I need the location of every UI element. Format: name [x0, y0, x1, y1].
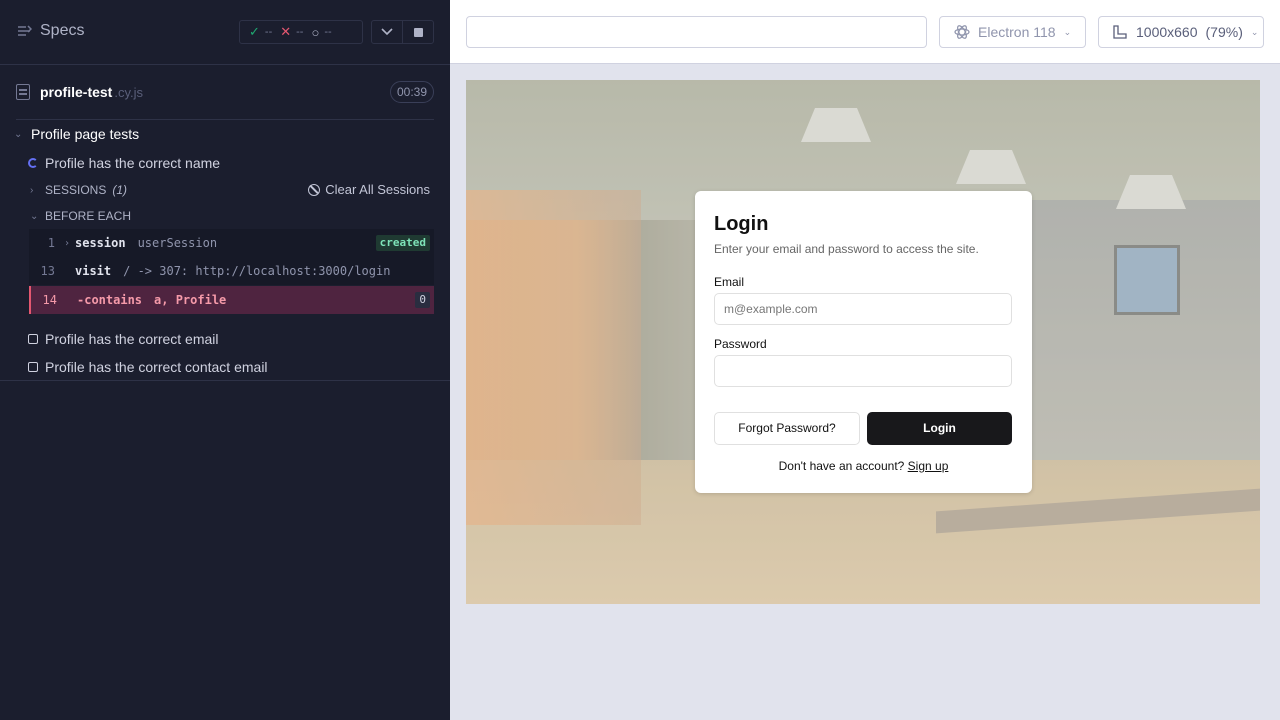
command-message: / -> 307: http://localhost:3000/login	[123, 264, 391, 278]
test-stats: ✓ -- ✕ -- ○ --	[239, 20, 363, 44]
test-title: Profile has the correct name	[45, 155, 221, 171]
command-log-panel: Specs ✓ -- ✕ -- ○ -- profile-test .cy.js 00…	[0, 0, 450, 720]
sessions-toggle[interactable]: › SESSIONS (1)	[30, 183, 127, 197]
pending-stat: ○ --	[311, 25, 331, 40]
clear-sessions-label: Clear All Sessions	[325, 182, 430, 197]
command-contains[interactable]: 14 -contains a, Profile 0	[29, 286, 434, 314]
command-message: a, Profile	[154, 293, 227, 307]
chevron-down-icon	[381, 28, 393, 36]
clear-all-sessions-button[interactable]: Clear All Sessions	[308, 182, 430, 197]
browser-selector[interactable]: Electron 118 ⌄	[939, 16, 1086, 48]
command-number: 1	[47, 236, 55, 250]
spec-file-row: profile-test .cy.js 00:39	[16, 80, 434, 104]
command-name: session	[75, 236, 126, 250]
login-button[interactable]: Login	[867, 412, 1012, 445]
run-controls	[371, 20, 434, 44]
no-account-text: Don't have an account?	[778, 459, 905, 473]
test-title: Profile has the correct contact email	[45, 359, 268, 375]
spec-extension: .cy.js	[114, 84, 143, 100]
status-badge: created	[375, 235, 430, 251]
command-number: 13	[40, 264, 55, 278]
password-label: Password	[714, 337, 767, 351]
chevron-down-icon: ⌄	[14, 128, 23, 140]
signup-link[interactable]: Sign up	[908, 459, 949, 473]
failed-count: --	[296, 26, 304, 38]
expand-button[interactable]	[372, 21, 402, 43]
command-session[interactable]: 1 › session userSession created	[29, 229, 434, 257]
pending-icon	[28, 362, 38, 372]
sessions-label: SESSIONS	[45, 183, 107, 197]
zoom-level: (79%)	[1205, 24, 1243, 40]
passed-stat: ✓ --	[249, 24, 272, 40]
test-pending[interactable]: Profile has the correct email	[28, 331, 219, 347]
login-subtitle: Enter your email and password to access …	[714, 242, 979, 256]
spec-duration: 00:39	[389, 81, 434, 103]
electron-icon	[954, 25, 970, 39]
sessions-count: (1)	[112, 183, 128, 197]
hook-label: BEFORE EACH	[45, 209, 132, 223]
divider	[0, 380, 450, 381]
stop-icon	[413, 27, 423, 37]
x-icon: ✕	[280, 24, 292, 39]
ban-icon	[308, 183, 321, 196]
before-each-hook[interactable]: ⌄ BEFORE EACH	[30, 209, 131, 223]
command-visit[interactable]: 13 visit / -> 307: http://localhost:3000…	[29, 257, 434, 285]
test-running[interactable]: Profile has the correct name	[28, 155, 220, 171]
command-number: 14	[42, 293, 57, 307]
email-field[interactable]: m@example.com	[714, 293, 1012, 325]
chevron-down-icon: ⌄	[1250, 26, 1259, 37]
spec-name: profile-test	[40, 84, 113, 100]
viewport-selector[interactable]: 1000x660 (79%) ⌄	[1098, 16, 1264, 48]
command-message: userSession	[137, 236, 218, 250]
browser-label: Electron 118	[978, 24, 1056, 40]
failed-stat: ✕ --	[280, 24, 303, 40]
pending-icon	[28, 334, 38, 344]
passed-count: --	[264, 26, 273, 38]
test-title: Profile has the correct email	[45, 331, 219, 347]
pending-count: --	[324, 26, 332, 38]
signup-prompt: Don't have an account? Sign up	[695, 459, 1032, 473]
document-icon	[16, 84, 30, 100]
spinner-icon: ○	[311, 24, 320, 40]
divider	[16, 119, 434, 120]
login-title: Login	[714, 213, 769, 235]
count-badge: 0	[415, 292, 430, 308]
password-field[interactable]	[714, 355, 1012, 387]
specs-label: Specs	[40, 22, 85, 39]
chevron-right-icon: ›	[30, 184, 34, 196]
url-bar[interactable]	[466, 16, 927, 48]
forgot-password-button[interactable]: Forgot Password?	[714, 412, 860, 445]
specs-list-icon	[18, 25, 32, 36]
suite-title-label: Profile page tests	[31, 126, 140, 142]
email-label: Email	[714, 275, 745, 289]
stop-button[interactable]	[402, 21, 433, 43]
check-icon: ✓	[249, 24, 260, 39]
chevron-down-icon: ⌄	[1063, 26, 1072, 37]
aut-header: Electron 118 ⌄ 1000x660 (79%) ⌄	[450, 0, 1280, 64]
chevron-down-icon: ⌄	[30, 210, 39, 222]
login-card: Login Enter your email and password to a…	[695, 191, 1032, 493]
command-name: -contains	[77, 293, 143, 307]
test-pending[interactable]: Profile has the correct contact email	[28, 359, 268, 375]
command-name: visit	[75, 264, 112, 278]
ruler-icon	[1113, 25, 1127, 39]
chevron-right-icon: ›	[63, 237, 71, 249]
reporter-header: Specs ✓ -- ✕ -- ○ --	[0, 0, 450, 65]
running-icon	[28, 158, 38, 168]
specs-toggle-button[interactable]: Specs	[16, 22, 84, 40]
viewport-size: 1000x660	[1136, 24, 1198, 40]
suite-title[interactable]: ⌄ Profile page tests	[14, 126, 139, 142]
